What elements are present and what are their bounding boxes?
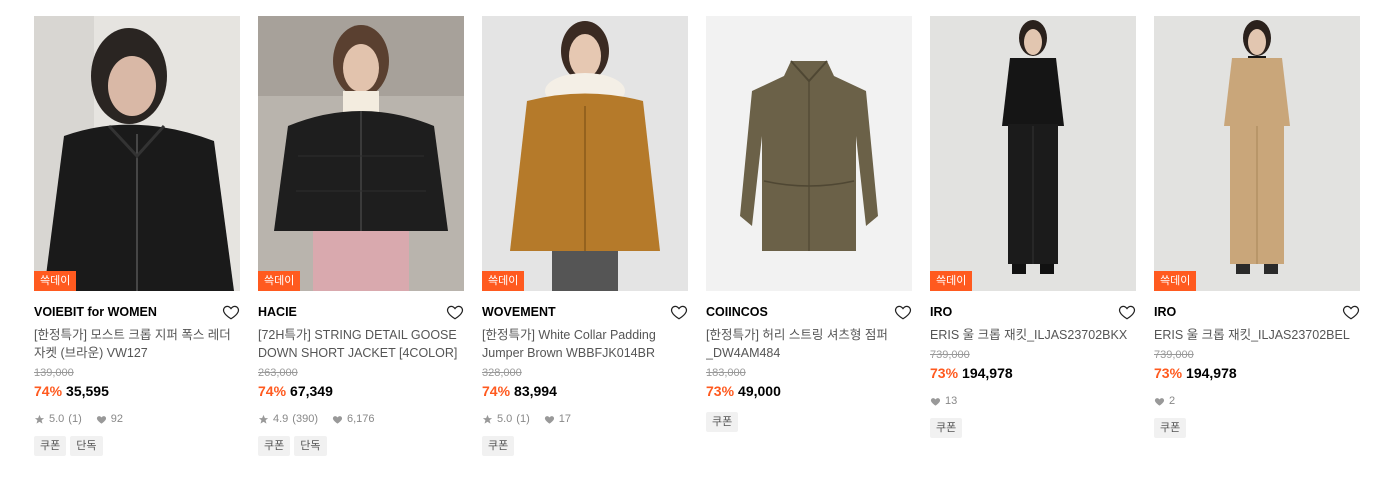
tag-coupon: 쿠폰 [34, 436, 67, 456]
product-image[interactable] [706, 16, 912, 291]
product-grid: 쓱데이 VOIEBIT for WOMEN [한정특가] 모스트 크롭 지퍼 폭… [34, 16, 1360, 456]
product-image[interactable]: 쓱데이 [258, 16, 464, 291]
brand-name[interactable]: IRO [930, 305, 952, 319]
tag-exclusive: 단독 [294, 436, 327, 456]
star-icon [482, 414, 493, 424]
brand-name[interactable]: HACIE [258, 305, 297, 319]
rating: 4.9 [273, 413, 289, 425]
product-image[interactable]: 쓱데이 [34, 16, 240, 291]
heart-icon[interactable] [222, 303, 240, 321]
product-card[interactable]: 쓱데이 IRO ERIS 울 크롭 재킷_ILJAS23702BEL 739,0… [1154, 16, 1360, 456]
discount-rate: 73% [930, 365, 959, 381]
product-name[interactable]: [한정특가] 모스트 크롭 지퍼 폭스 레더 자켓 (브라운) VW127 [34, 326, 240, 362]
heart-icon[interactable] [894, 303, 912, 321]
product-name[interactable]: ERIS 울 크롭 재킷_ILJAS23702BEL [1154, 326, 1360, 344]
sale-price: 194,978 [1186, 365, 1237, 381]
product-card[interactable]: 쓱데이 WOVEMENT [한정특가] White Collar Padding… [482, 16, 688, 456]
tag-coupon: 쿠폰 [706, 412, 739, 432]
sale-price: 83,994 [514, 383, 557, 399]
sale-price: 67,349 [290, 383, 333, 399]
heart-filled-icon [96, 415, 106, 424]
like-count: 17 [558, 413, 571, 425]
original-price: 263,000 [258, 367, 298, 379]
heart-filled-icon [1154, 397, 1165, 406]
product-image[interactable]: 쓱데이 [930, 16, 1136, 291]
tag-exclusive: 단독 [70, 436, 103, 456]
heart-icon[interactable] [1342, 303, 1360, 321]
original-price: 739,000 [1154, 349, 1194, 361]
original-price: 328,000 [482, 367, 522, 379]
sale-badge: 쓱데이 [930, 271, 973, 291]
heart-filled-icon [332, 415, 343, 424]
discount-rate: 73% [1154, 365, 1183, 381]
like-count: 92 [110, 413, 123, 425]
brand-name[interactable]: COIINCOS [706, 305, 768, 319]
tag-coupon: 쿠폰 [258, 436, 291, 456]
review-count: (390) [292, 413, 318, 425]
discount-rate: 74% [482, 383, 511, 399]
product-name[interactable]: ERIS 울 크롭 재킷_ILJAS23702BKX [930, 326, 1136, 344]
original-price: 739,000 [930, 349, 970, 361]
product-card[interactable]: 쓱데이 IRO ERIS 울 크롭 재킷_ILJAS23702BKX 739,0… [930, 16, 1136, 456]
sale-price: 35,595 [66, 383, 109, 399]
discount-rate: 73% [706, 383, 735, 399]
tag-coupon: 쿠폰 [930, 418, 963, 438]
heart-filled-icon [930, 397, 941, 406]
product-image[interactable]: 쓱데이 [482, 16, 688, 291]
sale-price: 49,000 [738, 383, 781, 399]
review-count: (1) [516, 413, 530, 425]
like-count: 6,176 [346, 413, 375, 425]
original-price: 183,000 [706, 367, 746, 379]
heart-icon[interactable] [1118, 303, 1136, 321]
discount-rate: 74% [258, 383, 287, 399]
sale-badge: 쓱데이 [482, 271, 525, 291]
rating: 5.0 [497, 413, 513, 425]
product-card[interactable]: 쓱데이 VOIEBIT for WOMEN [한정특가] 모스트 크롭 지퍼 폭… [34, 16, 240, 456]
heart-icon[interactable] [446, 303, 464, 321]
product-image[interactable]: 쓱데이 [1154, 16, 1360, 291]
discount-rate: 74% [34, 383, 63, 399]
product-card[interactable]: COIINCOS [한정특가] 허리 스트링 셔츠형 점퍼 _DW4AM484 … [706, 16, 912, 456]
star-icon [258, 414, 269, 424]
heart-filled-icon [544, 415, 554, 424]
tag-coupon: 쿠폰 [482, 436, 515, 456]
rating: 5.0 [49, 413, 65, 425]
star-icon [34, 414, 45, 424]
tag-coupon: 쿠폰 [1154, 418, 1187, 438]
like-count: 2 [1169, 395, 1176, 407]
sale-price: 194,978 [962, 365, 1013, 381]
sale-badge: 쓱데이 [34, 271, 77, 291]
product-name[interactable]: [72H특가] STRING DETAIL GOOSE DOWN SHORT J… [258, 326, 464, 362]
sale-badge: 쓱데이 [258, 271, 301, 291]
product-card[interactable]: 쓱데이 HACIE [72H특가] STRING DETAIL GOOSE DO… [258, 16, 464, 456]
heart-icon[interactable] [670, 303, 688, 321]
brand-name[interactable]: VOIEBIT for WOMEN [34, 305, 157, 319]
original-price: 139,000 [34, 367, 74, 379]
sale-badge: 쓱데이 [1154, 271, 1197, 291]
product-name[interactable]: [한정특가] White Collar Padding Jumper Brown… [482, 326, 688, 362]
like-count: 13 [945, 395, 958, 407]
review-count: (1) [68, 413, 82, 425]
product-name[interactable]: [한정특가] 허리 스트링 셔츠형 점퍼 _DW4AM484 [706, 326, 912, 362]
brand-name[interactable]: IRO [1154, 305, 1176, 319]
brand-name[interactable]: WOVEMENT [482, 305, 556, 319]
